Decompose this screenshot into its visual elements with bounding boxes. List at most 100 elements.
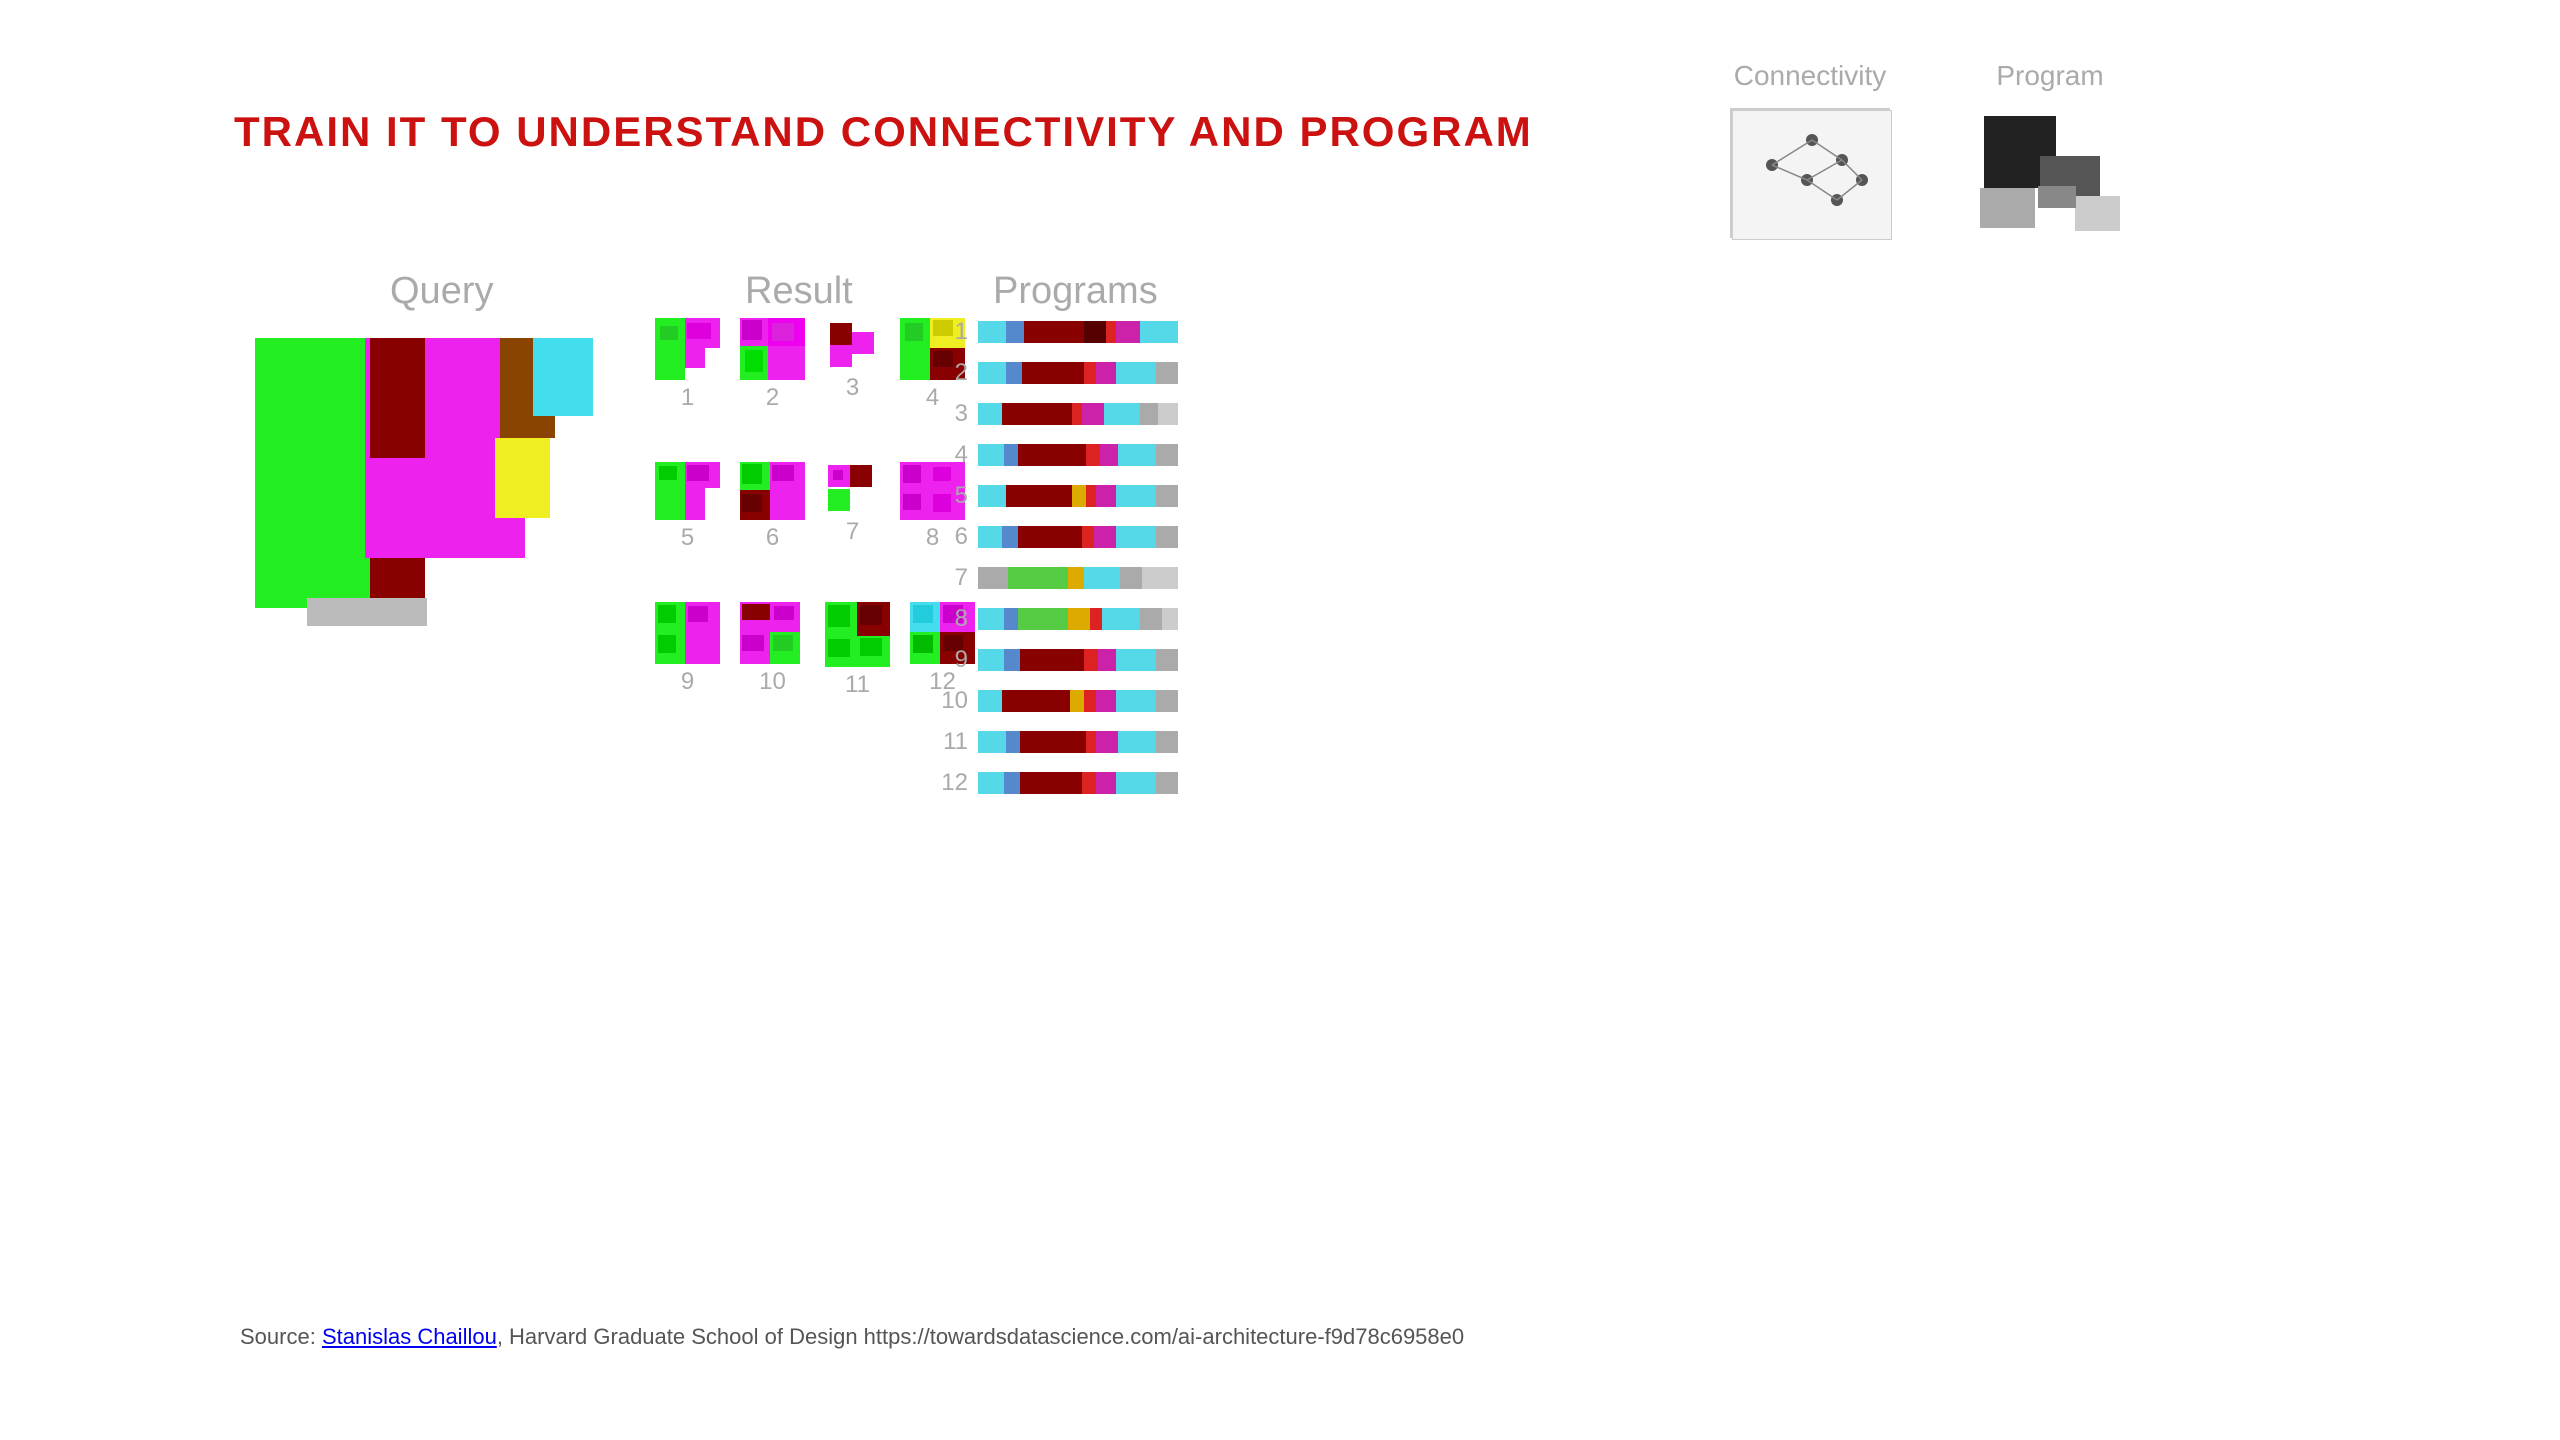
program-bar-segment — [1086, 731, 1096, 753]
program-bar-segment — [978, 485, 1006, 507]
program-bar-segment — [1094, 526, 1116, 548]
program-row-num-4: 4 — [930, 441, 968, 469]
program-bar-segment — [1084, 567, 1120, 589]
program-bar-segment — [1004, 649, 1020, 671]
program-bar-12 — [978, 772, 1178, 794]
program-bar-segment — [1070, 690, 1084, 712]
source-rest: , Harvard Graduate School of Design http… — [497, 1324, 1464, 1349]
program-bar-11 — [978, 731, 1178, 753]
program-bar-segment — [978, 403, 1002, 425]
program-bar-segment — [1082, 526, 1094, 548]
connectivity-label: Connectivity — [1734, 60, 1887, 92]
program-bar-segment — [1116, 362, 1156, 384]
program-bar-segment — [1068, 567, 1084, 589]
program-row-8: 8 — [930, 605, 1178, 633]
source-link[interactable]: Stanislas Chaillou — [322, 1324, 497, 1349]
program-bar-8 — [978, 608, 1178, 630]
program-bar-segment — [1072, 403, 1082, 425]
result-item-11: 11 — [825, 602, 890, 699]
program-bar-segment — [1116, 321, 1140, 343]
result-item-5: 5 — [655, 462, 720, 552]
program-bar-segment — [1022, 362, 1084, 384]
program-bar-segment — [1068, 608, 1090, 630]
program-bar-segment — [1162, 608, 1178, 630]
program-row-6: 6 — [930, 523, 1178, 551]
program-bar-segment — [978, 567, 1008, 589]
program-row-num-3: 3 — [930, 400, 968, 428]
result-item-2: 2 — [740, 318, 805, 412]
program-bar-segment — [1084, 321, 1106, 343]
program-row-12: 12 — [930, 769, 1178, 797]
program-bar-segment — [1096, 690, 1116, 712]
program-bar-segment — [1096, 362, 1116, 384]
connectivity-graph-box — [1730, 108, 1890, 238]
program-bar-segment — [1142, 567, 1178, 589]
program-bar-segment — [1100, 444, 1118, 466]
program-bar-segment — [1020, 772, 1082, 794]
program-bar-segment — [1018, 444, 1086, 466]
program-bar-segment — [1140, 403, 1158, 425]
program-bar-segment — [1018, 608, 1068, 630]
program-bar-segment — [1116, 485, 1156, 507]
result-item-6: 6 — [740, 462, 805, 552]
program-bar-segment — [1156, 772, 1178, 794]
program-bar-segment — [978, 444, 1004, 466]
program-bar-segment — [1004, 772, 1020, 794]
program-bar-4 — [978, 444, 1178, 466]
program-row-num-7: 7 — [930, 564, 968, 592]
program-bar-segment — [1106, 321, 1116, 343]
program-row-num-9: 9 — [930, 646, 968, 674]
program-bar-segment — [1004, 608, 1018, 630]
program-bar-segment — [1006, 731, 1020, 753]
program-bar-3 — [978, 403, 1178, 425]
program-bar-1 — [978, 321, 1178, 343]
program-label: Program — [1996, 60, 2103, 92]
program-bar-segment — [1082, 403, 1104, 425]
program-bar-segment — [1156, 362, 1178, 384]
program-row-10: 10 — [930, 687, 1178, 715]
result-item-3: 3 — [825, 318, 880, 412]
program-bar-segment — [1118, 444, 1156, 466]
program-bar-segment — [1082, 772, 1096, 794]
program-bar-segment — [1084, 690, 1096, 712]
program-bar-segment — [978, 690, 1002, 712]
program-bar-segment — [1006, 321, 1024, 343]
program-row-5: 5 — [930, 482, 1178, 510]
program-bar-segment — [1020, 649, 1084, 671]
program-bar-segment — [1158, 403, 1178, 425]
program-bar-segment — [1116, 690, 1156, 712]
program-bar-segment — [1156, 649, 1178, 671]
program-bar-segment — [1156, 485, 1178, 507]
program-bar-segment — [1120, 567, 1142, 589]
page-title: TRAIN IT TO UNDERSTAND CONNECTIVITY AND … — [234, 108, 1533, 156]
program-bar-segment — [1102, 608, 1140, 630]
program-bar-segment — [1116, 526, 1156, 548]
program-bar-segment — [1084, 362, 1096, 384]
program-row-11: 11 — [930, 728, 1178, 756]
program-bar-9 — [978, 649, 1178, 671]
result-num-2: 2 — [766, 384, 779, 412]
result-num-9: 9 — [681, 668, 694, 696]
program-bar-segment — [1096, 485, 1116, 507]
result-row-1: 1 2 3 — [655, 318, 975, 412]
program-bar-segment — [1018, 526, 1082, 548]
program-bar-segment — [1086, 444, 1100, 466]
program-bar-segment — [1008, 567, 1068, 589]
program-row-3: 3 — [930, 400, 1178, 428]
query-column-label: Query — [390, 270, 493, 313]
program-bar-segment — [1118, 731, 1156, 753]
result-num-7: 7 — [846, 518, 859, 546]
programs-column-label: Programs — [993, 270, 1158, 313]
program-bar-segment — [1116, 649, 1156, 671]
result-row-3: 9 10 — [655, 602, 975, 699]
program-bar-segment — [1002, 403, 1072, 425]
program-bar-segment — [1004, 444, 1018, 466]
program-row-4: 4 — [930, 441, 1178, 469]
programs-section: 123456789101112 — [930, 318, 1178, 810]
program-bar-10 — [978, 690, 1178, 712]
program-bar-segment — [1140, 321, 1178, 343]
program-bar-segment — [1098, 649, 1116, 671]
program-bar-6 — [978, 526, 1178, 548]
program-bar-segment — [1096, 772, 1116, 794]
top-right-concepts: Connectivity — [1730, 60, 2130, 238]
